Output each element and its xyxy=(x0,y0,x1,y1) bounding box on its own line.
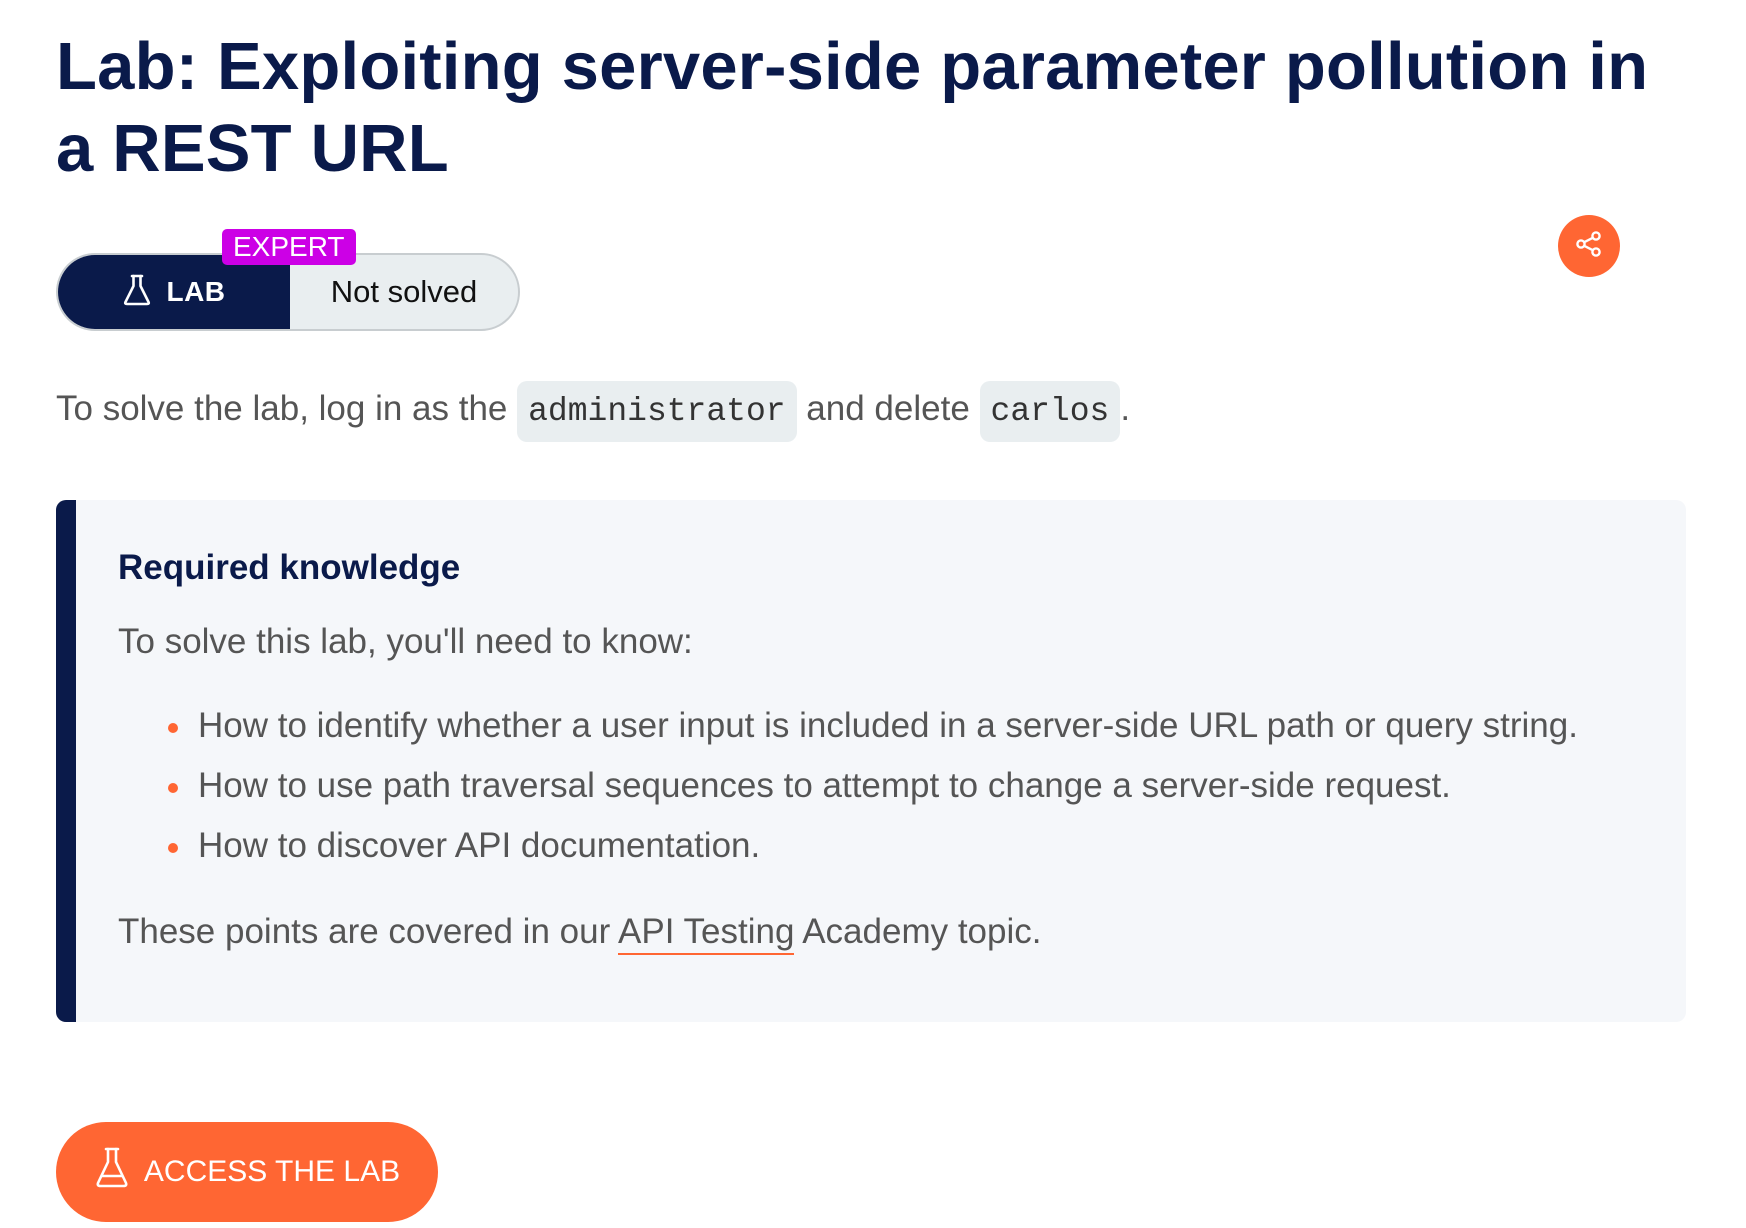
flask-icon xyxy=(94,1146,130,1198)
code-carlos: carlos xyxy=(979,381,1121,442)
expert-level-tag: EXPERT xyxy=(222,229,356,265)
required-knowledge-panel: Required knowledge To solve this lab, yo… xyxy=(56,500,1686,1022)
bullet-dot xyxy=(168,723,178,733)
share-button[interactable] xyxy=(1558,215,1620,277)
lab-solved-status: Not solved xyxy=(330,274,478,309)
lab-objective: To solve the lab, log in as the administ… xyxy=(56,379,1690,442)
access-lab-label: ACCESS THE LAB xyxy=(143,1155,401,1188)
objective-middle: and delete xyxy=(796,389,980,428)
list-item: How to discover API documentation. xyxy=(118,816,1578,876)
bullet-dot xyxy=(168,783,178,793)
outro-suffix: Academy topic. xyxy=(794,912,1042,951)
lab-type-segment: LAB xyxy=(58,255,290,329)
required-knowledge-outro: These points are covered in our API Test… xyxy=(118,912,1042,955)
outro-prefix: These points are covered in our xyxy=(118,912,619,951)
lab-status-badge: EXPERT LAB Not solved xyxy=(56,229,522,331)
code-administrator: administrator xyxy=(517,381,797,442)
share-icon xyxy=(1575,230,1603,263)
list-item-text: How to identify whether a user input is … xyxy=(198,706,1578,745)
required-knowledge-heading: Required knowledge xyxy=(118,548,461,587)
list-item: How to identify whether a user input is … xyxy=(118,696,1578,756)
required-knowledge-list: How to identify whether a user input is … xyxy=(118,696,1578,876)
api-testing-link[interactable]: API Testing xyxy=(618,912,795,955)
bullet-dot xyxy=(168,843,178,853)
list-item: How to use path traversal sequences to a… xyxy=(118,756,1578,816)
lab-type-label: LAB xyxy=(166,276,226,307)
required-knowledge-lead: To solve this lab, you'll need to know: xyxy=(118,622,693,661)
objective-prefix: To solve the lab, log in as the xyxy=(56,389,518,428)
access-lab-button[interactable]: ACCESS THE LAB xyxy=(56,1122,438,1222)
list-item-text: How to use path traversal sequences to a… xyxy=(198,766,1451,805)
objective-suffix: . xyxy=(1120,389,1131,428)
page-title: Lab: Exploiting server-side parameter po… xyxy=(56,29,1649,186)
list-item-text: How to discover API documentation. xyxy=(198,826,761,865)
flask-icon xyxy=(122,273,152,312)
